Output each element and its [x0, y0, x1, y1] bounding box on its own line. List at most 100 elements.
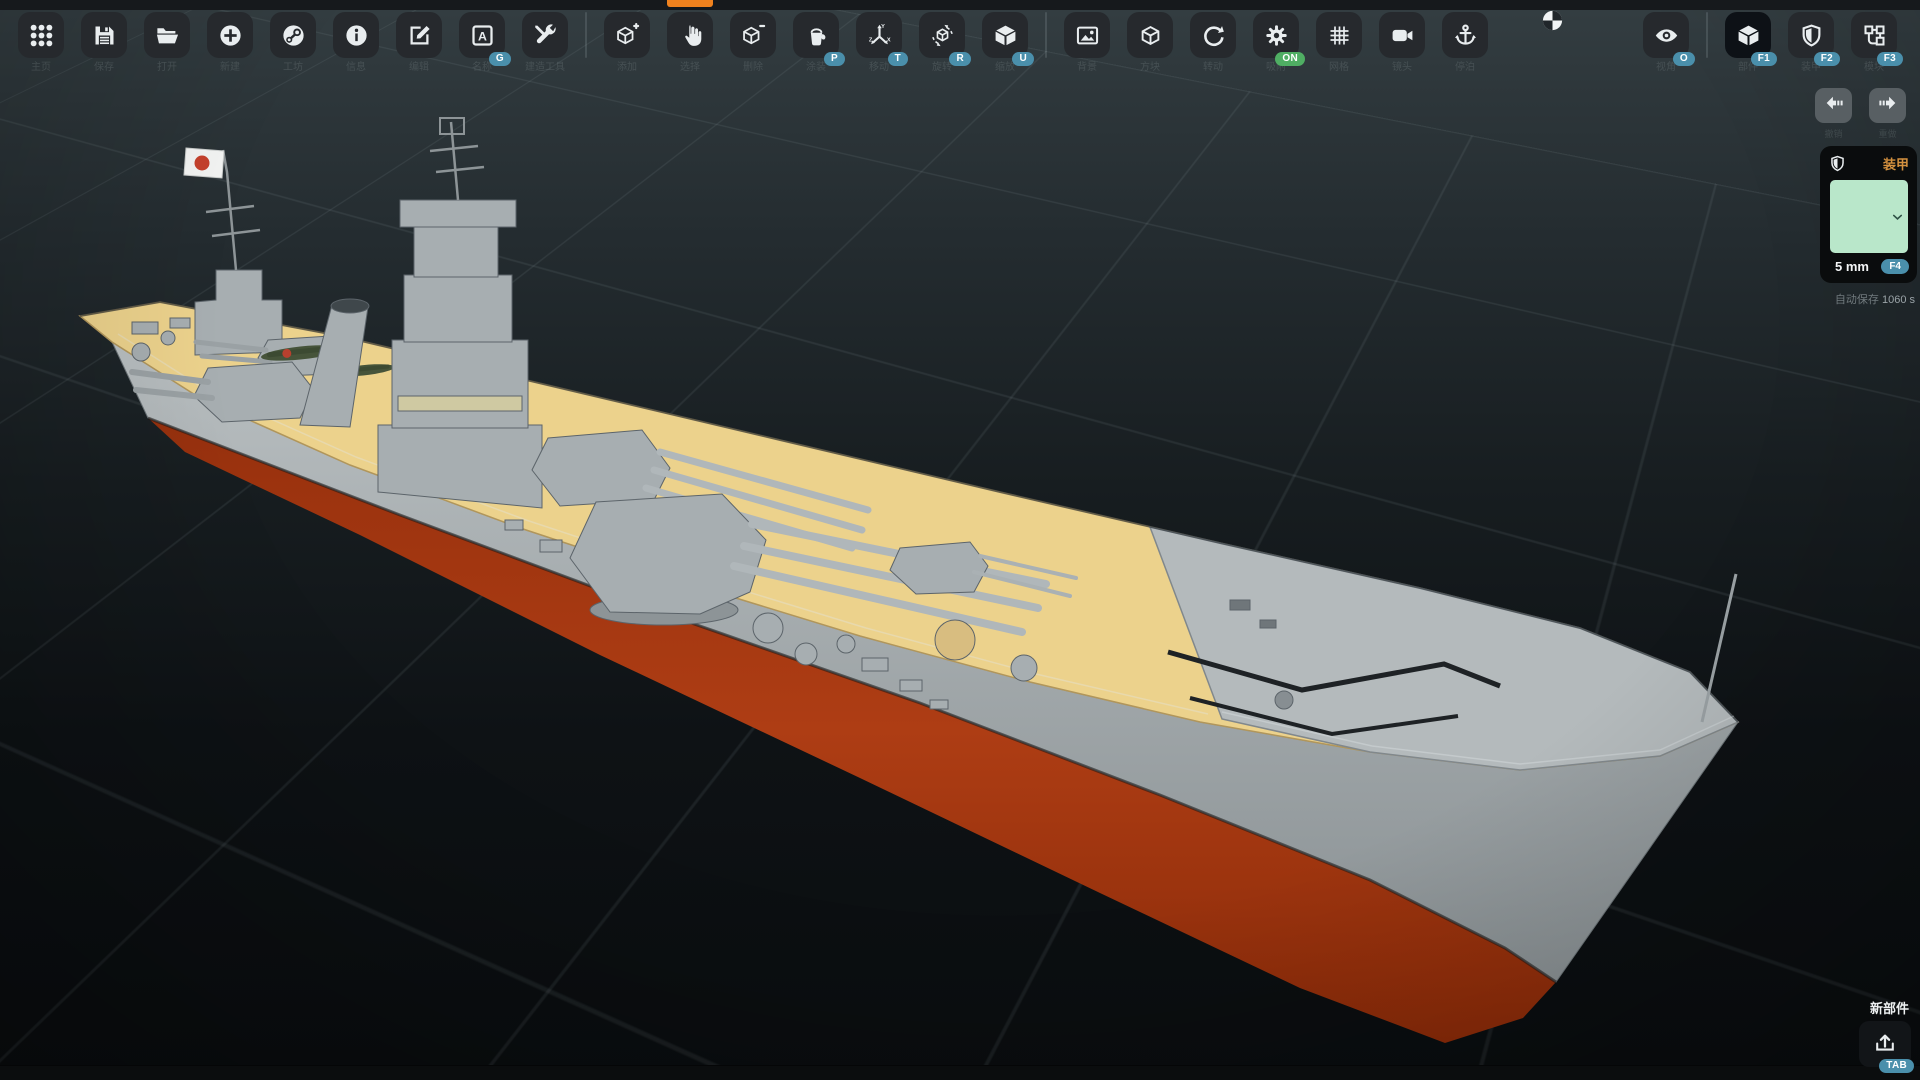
menu-button[interactable] [18, 12, 64, 58]
snap-button[interactable]: ON [1253, 12, 1299, 58]
redo-label: 重做 [1878, 127, 1896, 140]
grid-button[interactable] [1316, 12, 1362, 58]
add-block-button[interactable] [604, 12, 650, 58]
apps-icon [28, 22, 55, 49]
translate-button[interactable]: YZXT [856, 12, 902, 58]
steam-icon [280, 22, 307, 49]
hand-select-icon [677, 22, 704, 49]
tool-label: 视角 [1656, 63, 1676, 73]
move-axes-icon: YZX [866, 22, 893, 49]
info-tool: 信息 [333, 12, 379, 73]
main-turret-lower [570, 494, 766, 614]
select-button[interactable] [667, 12, 713, 58]
delete-block-button[interactable] [730, 12, 776, 58]
hotkey-badge: P [824, 52, 845, 66]
menu-tool: 主页 [18, 12, 64, 73]
armor-mode-button[interactable]: F2 [1788, 12, 1834, 58]
background-button[interactable] [1064, 12, 1110, 58]
armor-panel-title: 装甲 [1883, 154, 1909, 173]
new-part-button[interactable]: TAB [1859, 1021, 1911, 1067]
autosave-value: 1060 s [1882, 294, 1915, 306]
paint-bucket-icon [803, 22, 830, 49]
delete-block-tool: 删除 [730, 12, 776, 73]
cube-remove-icon [740, 22, 767, 49]
workshop-tool: 工坊 [270, 12, 316, 73]
center-of-mass-icon [1541, 9, 1564, 32]
undo-button[interactable] [1815, 88, 1852, 123]
viewport-3d[interactable] [0, 0, 1920, 1080]
workshop-button[interactable] [270, 12, 316, 58]
new-part-label: 新部件 [1870, 998, 1909, 1017]
main-toolbar: 主页保存打开新建工坊信息编辑AG名称建造工具添加选择删除P涂装YZXT移动R旋转… [18, 12, 1488, 73]
paint-button[interactable]: P [793, 12, 839, 58]
svg-text:Z: Z [868, 37, 872, 43]
modules-mode-tool: F3模块 [1851, 12, 1897, 73]
letter-a-square-icon: A [469, 22, 496, 49]
tool-label: 涂装 [806, 63, 826, 73]
edit-square-icon [406, 22, 433, 49]
hotkey-badge: R [949, 52, 971, 66]
blocks-visibility-button[interactable] [1127, 12, 1173, 58]
history-controls: 撤销 重做 [1815, 88, 1906, 140]
anchor-button[interactable] [1442, 12, 1488, 58]
chevron-down-icon [1890, 209, 1905, 224]
open-button[interactable] [144, 12, 190, 58]
view-mode-button[interactable]: O [1643, 12, 1689, 58]
ensign-sun [195, 156, 210, 171]
pagoda-upper [404, 275, 512, 342]
redo-button[interactable] [1869, 88, 1906, 123]
tool-label: 打开 [157, 63, 177, 73]
save-tool: 保存 [81, 12, 127, 73]
parts-mode-button[interactable]: F1 [1725, 12, 1771, 58]
hotkey-badge: O [1673, 52, 1695, 66]
camera-icon [1389, 22, 1416, 49]
info-button[interactable] [333, 12, 379, 58]
tool-label: 移动 [869, 63, 889, 73]
tool-label: 网格 [1329, 63, 1349, 73]
tool-label: 编辑 [409, 63, 429, 73]
save-icon [91, 22, 118, 49]
tool-label: 缩放 [995, 63, 1015, 73]
select-tool: 选择 [667, 12, 713, 73]
tool-label: 方块 [1140, 63, 1160, 73]
save-button[interactable] [81, 12, 127, 58]
tool-label: 旋转 [932, 63, 952, 73]
auto-rotate-tool: 转动 [1190, 12, 1236, 73]
undo-arrow-icon [1823, 92, 1845, 119]
cube-solid-icon [1735, 22, 1762, 49]
rotate-tool: R 旋转 [919, 12, 965, 73]
cube-solid-icon [992, 22, 1019, 49]
armor-material-select[interactable] [1830, 180, 1908, 253]
rotate-cube-icon [929, 22, 956, 49]
tool-label: 停泊 [1455, 63, 1475, 73]
hotkey-badge: F1 [1751, 52, 1777, 66]
open-parts-tray-icon [1872, 1029, 1898, 1060]
tool-label: 选择 [680, 63, 700, 73]
autosave-status: 自动保存 1060 s [1835, 291, 1915, 307]
camera-button[interactable] [1379, 12, 1425, 58]
background-tool: 背景 [1064, 12, 1110, 73]
rotate-button[interactable]: R [919, 12, 965, 58]
toolbar-divider [1045, 12, 1047, 58]
rename-tool: 编辑 [396, 12, 442, 73]
tool-label: 建造工具 [525, 63, 565, 73]
auto-rotate-button[interactable] [1190, 12, 1236, 58]
svg-text:X: X [886, 37, 890, 43]
tool-label: 转动 [1203, 63, 1223, 73]
rename-button[interactable] [396, 12, 442, 58]
shield-icon [1798, 22, 1825, 49]
modules-mode-button[interactable]: F3 [1851, 12, 1897, 58]
capstan [1275, 691, 1293, 709]
text-button[interactable]: AG [459, 12, 505, 58]
battleship-model[interactable] [0, 0, 1920, 1080]
translate-tool: YZXT移动 [856, 12, 902, 73]
undo-label: 撤销 [1824, 127, 1842, 140]
hotkey-badge: G [489, 52, 511, 66]
build-tools-tool: 建造工具 [522, 12, 568, 73]
redo-arrow-icon [1877, 92, 1899, 119]
armor-thickness-value: 5 mm [1835, 259, 1869, 274]
new-button[interactable] [207, 12, 253, 58]
tool-label: 镜头 [1392, 63, 1412, 73]
scale-button[interactable]: U [982, 12, 1028, 58]
build-tools-button[interactable] [522, 12, 568, 58]
